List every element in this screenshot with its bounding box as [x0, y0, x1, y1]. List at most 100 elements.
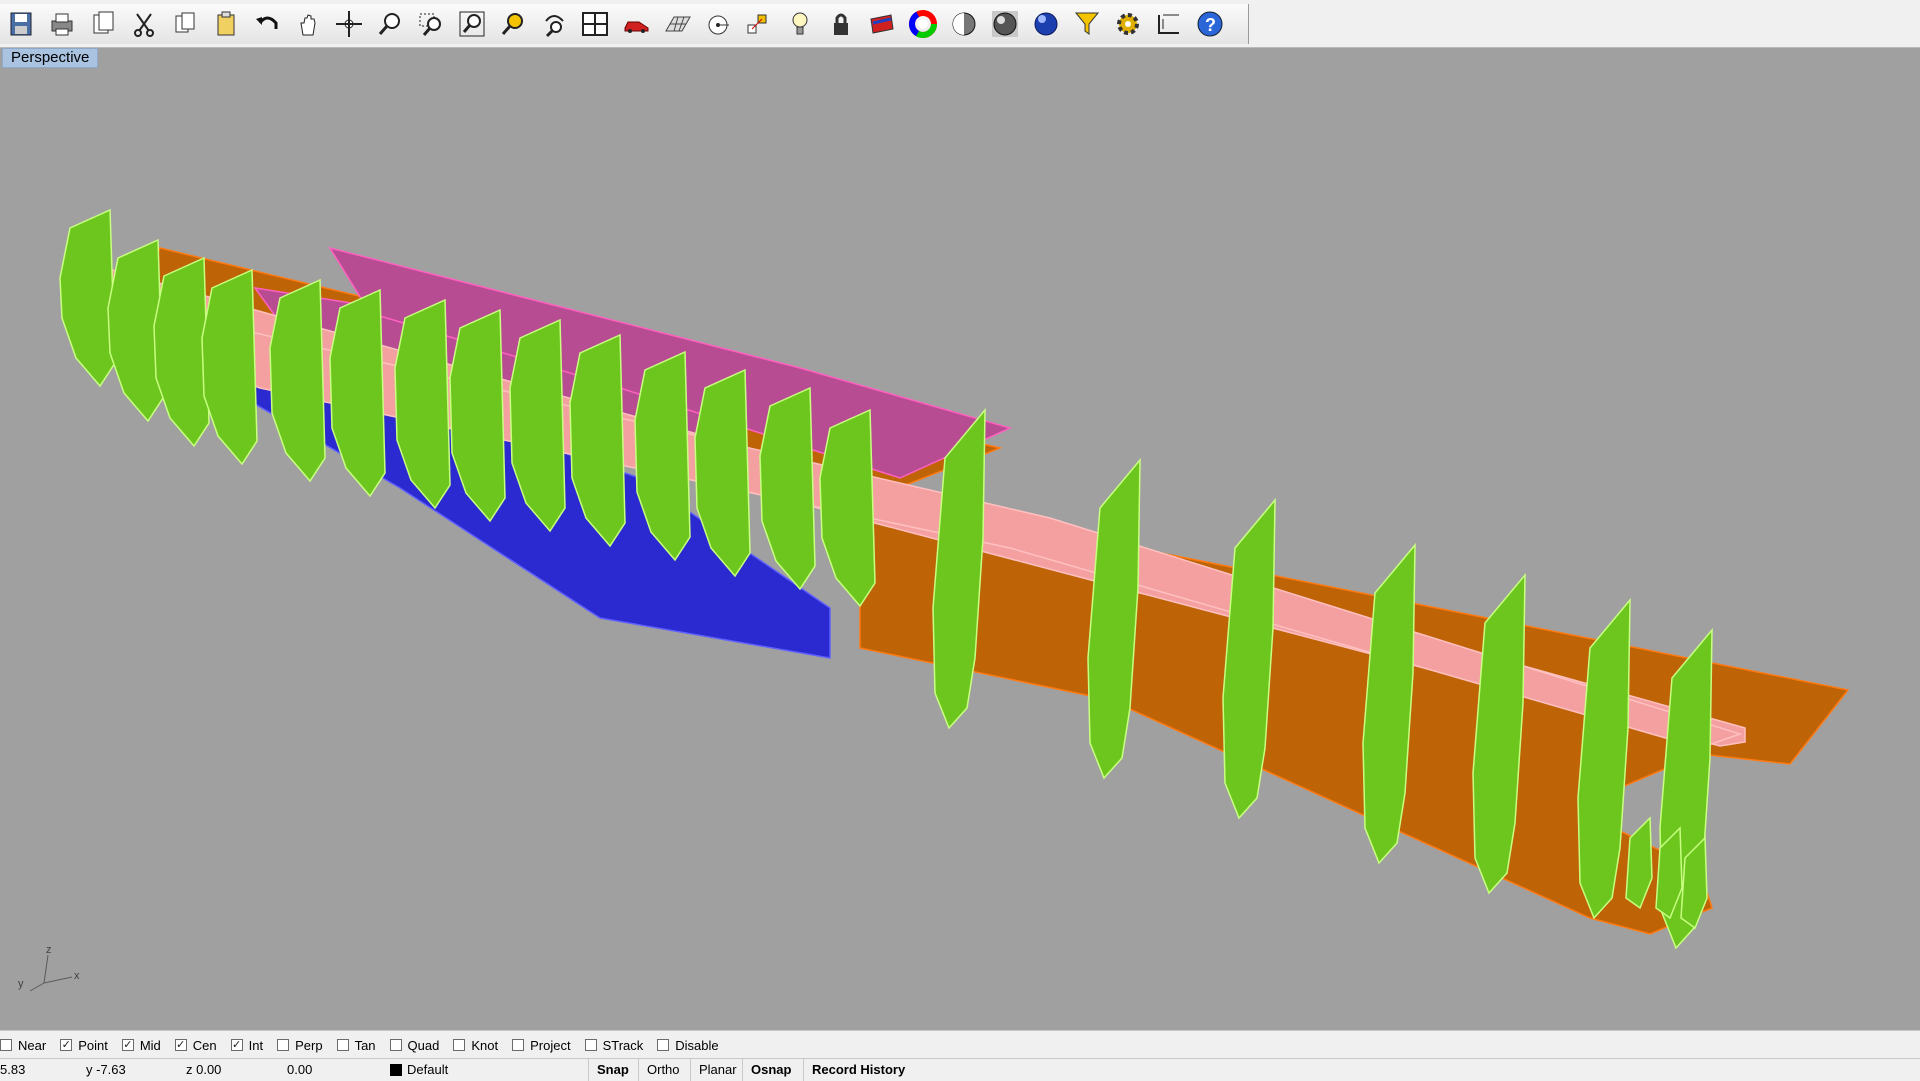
- transverse-frame-fwd-6[interactable]: [329, 288, 386, 498]
- undo-view-button[interactable]: [533, 5, 574, 43]
- undo-view-icon: [544, 15, 564, 38]
- coord-distance: 0.00: [287, 1062, 313, 1077]
- transverse-frame-fwd-13[interactable]: [759, 386, 816, 591]
- point-icon: [708, 15, 729, 35]
- blue-sphere-button[interactable]: [1025, 5, 1066, 43]
- osnap-tan-checkbox[interactable]: [336, 1039, 349, 1051]
- osnap-strack-label: STrack: [602, 1037, 644, 1053]
- copy-button[interactable]: [164, 5, 205, 43]
- properties-icon: [869, 14, 894, 34]
- osnap-near-label: Near: [18, 1037, 47, 1053]
- save-button[interactable]: [0, 5, 41, 43]
- rendered-sphere-icon: [991, 11, 1018, 37]
- osnap-int[interactable]: ✓ Int: [230, 1031, 263, 1059]
- osnap-disable[interactable]: Disable: [657, 1031, 719, 1059]
- transverse-frame-fwd-1[interactable]: [59, 208, 116, 388]
- osnap-strack-checkbox[interactable]: [584, 1039, 597, 1051]
- osnap-disable-checkbox[interactable]: [657, 1039, 670, 1051]
- osnap-near-checkbox[interactable]: [0, 1039, 12, 1051]
- object-snap-icon: [747, 14, 766, 34]
- lock-button[interactable]: [820, 5, 861, 43]
- layer-name: Default: [407, 1062, 449, 1077]
- help-button[interactable]: ?: [1189, 5, 1230, 43]
- osnap-mid-label: Mid: [139, 1037, 161, 1053]
- osnap-int-checkbox[interactable]: ✓: [230, 1039, 243, 1051]
- osnap-tan[interactable]: Tan: [336, 1031, 376, 1059]
- car-button[interactable]: [615, 5, 656, 43]
- car-icon: [624, 21, 648, 33]
- object-snap-button[interactable]: [738, 5, 779, 43]
- perspective-viewport[interactable]: Perspective x z y: [0, 48, 1920, 1030]
- coord-x: 5.83: [0, 1062, 26, 1077]
- record-history-toggle[interactable]: Record History: [803, 1059, 913, 1081]
- osnap-point-checkbox[interactable]: ✓: [60, 1039, 73, 1051]
- transverse-frame-fwd-4[interactable]: [201, 268, 258, 466]
- osnap-project-label: Project: [530, 1037, 571, 1053]
- zoom-window-icon: [419, 13, 441, 36]
- zoom-selected-button[interactable]: [492, 5, 533, 43]
- axis-z-label: z: [46, 944, 52, 956]
- osnap-mid-checkbox[interactable]: ✓: [121, 1039, 134, 1051]
- select-filter-button[interactable]: [1066, 5, 1107, 43]
- options-gear-icon: [1116, 13, 1139, 35]
- ortho-toggle[interactable]: Ortho: [638, 1059, 688, 1081]
- pan-hand-button[interactable]: [287, 5, 328, 43]
- options-gear-button[interactable]: [1107, 5, 1148, 43]
- osnap-project[interactable]: Project: [512, 1031, 571, 1059]
- osnap-knot-label: Knot: [471, 1037, 499, 1053]
- point-button[interactable]: [697, 5, 738, 43]
- osnap-perp[interactable]: Perp: [277, 1031, 323, 1059]
- paste-button[interactable]: [205, 5, 246, 43]
- osnap-strack[interactable]: STrack: [584, 1031, 644, 1059]
- zoom-window-button[interactable]: [410, 5, 451, 43]
- shaded-sphere-icon: [952, 12, 975, 36]
- osnap-point[interactable]: ✓ Point: [60, 1031, 108, 1059]
- osnap-mid[interactable]: ✓ Mid: [121, 1031, 161, 1059]
- rendered-sphere-button[interactable]: [984, 5, 1025, 43]
- osnap-cen-checkbox[interactable]: ✓: [174, 1039, 187, 1051]
- current-layer[interactable]: Default: [390, 1059, 448, 1081]
- rotate-view-button[interactable]: [328, 5, 369, 43]
- planar-toggle[interactable]: Planar: [690, 1059, 745, 1081]
- transverse-frame-fwd-14[interactable]: [819, 408, 876, 608]
- transverse-frame-fwd-3[interactable]: [153, 256, 210, 448]
- light-button[interactable]: [779, 5, 820, 43]
- snap-toggle[interactable]: Snap: [588, 1059, 637, 1081]
- four-viewports-button[interactable]: [574, 5, 615, 43]
- shaded-sphere-button[interactable]: [943, 5, 984, 43]
- world-axes-icon: x z y: [18, 944, 80, 992]
- light-icon: [792, 12, 807, 35]
- layer-color-swatch: [390, 1064, 402, 1076]
- zoom-button[interactable]: [369, 5, 410, 43]
- osnap-disable-label: Disable: [675, 1037, 719, 1053]
- blue-sphere-icon: [1034, 12, 1057, 36]
- osnap-knot-checkbox[interactable]: [453, 1039, 466, 1051]
- zoom-extents-button[interactable]: [451, 5, 492, 43]
- osnap-perp-checkbox[interactable]: [277, 1039, 290, 1051]
- osnap-quad[interactable]: Quad: [389, 1031, 439, 1059]
- properties-button[interactable]: [861, 5, 902, 43]
- cut-button[interactable]: [123, 5, 164, 43]
- copy-doc-button[interactable]: [82, 5, 123, 43]
- grid-icon: [664, 16, 691, 32]
- ship-hull-model[interactable]: [0, 48, 1920, 1030]
- zoom-icon: [378, 13, 400, 35]
- osnap-quad-checkbox[interactable]: [389, 1039, 402, 1051]
- coord-y: y -7.63: [86, 1062, 126, 1077]
- color-wheel-button[interactable]: [902, 5, 943, 43]
- osnap-cen[interactable]: ✓ Cen: [174, 1031, 217, 1059]
- print-button[interactable]: [41, 5, 82, 43]
- grid-button[interactable]: [656, 5, 697, 43]
- standard-toolbar: ?: [0, 4, 1249, 44]
- osnap-cen-label: Cen: [192, 1037, 217, 1053]
- copy-icon: [175, 12, 194, 33]
- transverse-frame-fwd-5[interactable]: [269, 278, 326, 483]
- dimension-button[interactable]: [1148, 5, 1189, 43]
- osnap-near[interactable]: Near: [0, 1031, 46, 1059]
- transverse-frame-aft-2[interactable]: [1087, 457, 1141, 780]
- osnap-project-checkbox[interactable]: [512, 1039, 525, 1051]
- undo-button[interactable]: [246, 5, 287, 43]
- lock-icon: [833, 13, 848, 35]
- osnap-toggle[interactable]: Osnap: [742, 1059, 799, 1081]
- osnap-knot[interactable]: Knot: [453, 1031, 498, 1059]
